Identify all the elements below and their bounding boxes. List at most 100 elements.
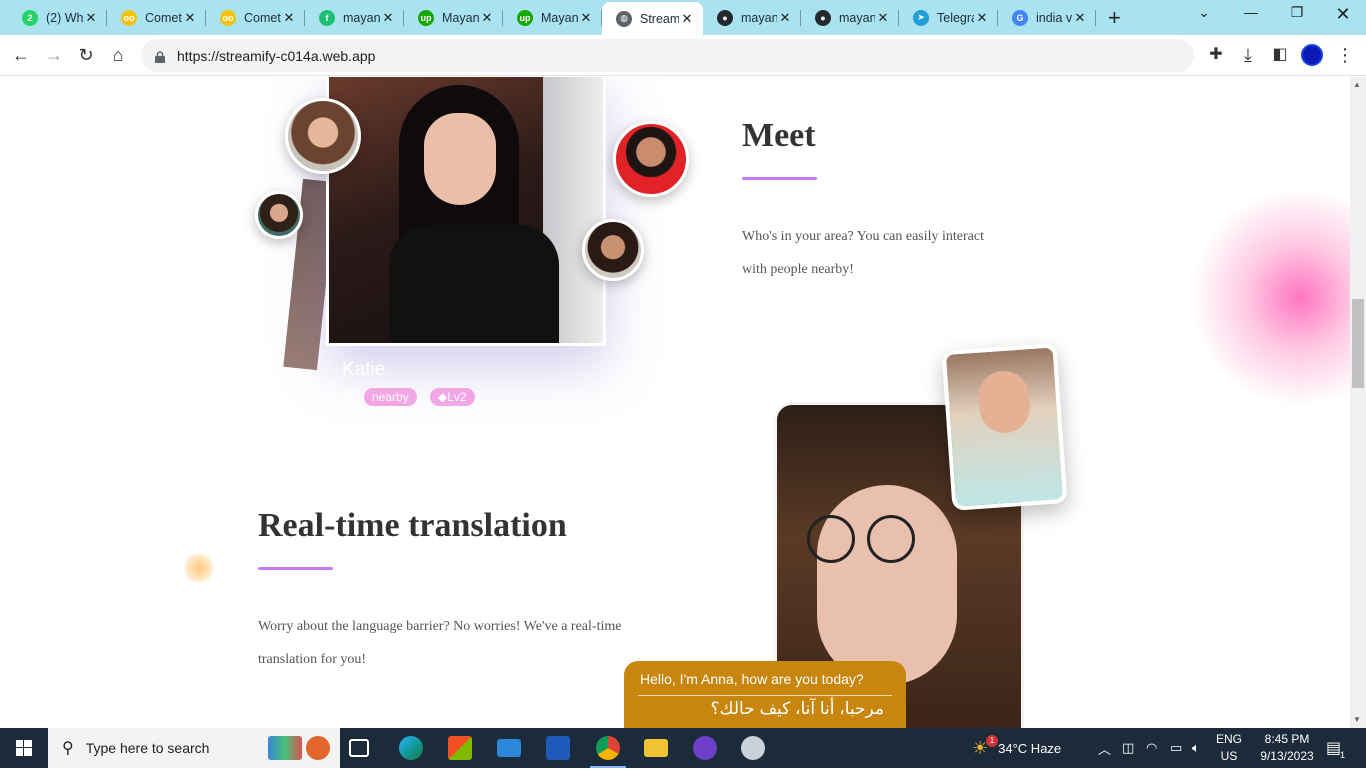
lock-icon [155,50,165,63]
profile-name: Katie [342,359,386,380]
close-tab-icon[interactable]: ✕ [479,10,495,26]
browser-tab[interactable]: f mayan ✕ [305,3,404,32]
scroll-down-arrow-icon[interactable]: ▼ [1353,715,1361,724]
basketball-icon[interactable] [306,736,330,760]
meet-underline [742,177,817,180]
browser-tab-label: mayan [343,10,380,25]
weather-widget[interactable]: ☀ 34°C Haze [972,728,1061,768]
close-tab-icon[interactable]: ✕ [679,11,695,27]
new-tab-button[interactable]: + [1108,5,1121,31]
back-button[interactable]: ← [9,43,33,67]
close-tab-icon[interactable]: ✕ [974,10,990,26]
windows-taskbar: ⚲ Type here to search ☀ 34°C Haze 1 ︿ ◫ … [0,728,1366,768]
avatar-woman-small [255,191,303,239]
browser-tab-label: mayan [741,10,777,25]
show-hidden-icons[interactable]: ︿ [1098,728,1111,768]
bubble-arabic-text: مرحبا، أنا آنا، كيف حالك؟ [710,699,884,718]
avatar-woman-glasses [285,98,361,174]
scroll-up-arrow-icon[interactable]: ▲ [1353,80,1361,89]
comet-icon: oo [121,9,137,26]
edge-icon[interactable] [399,736,423,760]
meet-now-icon[interactable]: ◫ [1122,728,1134,768]
chrome-icon[interactable] [590,736,626,768]
close-tab-icon[interactable]: ✕ [83,10,99,26]
extensions-icon[interactable]: ✚ [1204,43,1228,67]
download-icon[interactable]: ⤓ [1236,43,1260,67]
browser-tab[interactable]: ● mayan ✕ [703,3,801,32]
language-indicator[interactable]: ENG US [1216,731,1242,765]
browser-tab[interactable]: oo Comet ✕ [206,3,305,32]
reload-button[interactable]: ↻ [74,43,98,67]
browser-tab[interactable]: ◍ Stream ✕ [602,2,703,35]
browser-tab[interactable]: ● mayan ✕ [801,3,899,32]
google-icon: G [1012,9,1028,26]
browser-tab[interactable]: oo Comet ✕ [107,3,206,32]
meet-description: Who's in your area? You can easily inter… [742,220,984,286]
avatar-woman-right [582,219,644,281]
start-button[interactable] [0,728,48,768]
browser-tab-label: Stream [640,11,679,26]
close-window-button[interactable]: ✕ [1320,4,1366,25]
clock-date: 9/13/2023 [1260,749,1314,763]
battery-icon[interactable]: ▭ [1170,728,1182,768]
wifi-icon[interactable]: ◠ [1146,728,1157,768]
forward-button[interactable]: → [42,43,66,67]
meet-heading: Meet [742,117,816,154]
browser-tab[interactable]: Gindia v ✕ [998,3,1096,32]
notification-icon[interactable]: ▤ [1326,728,1341,768]
man-smiling-photo [941,343,1068,511]
close-tab-icon[interactable]: ✕ [380,10,396,26]
paint-icon[interactable] [741,736,765,760]
close-tab-icon[interactable]: ✕ [182,10,198,26]
fiverr-icon: f [319,9,335,26]
browser-tab[interactable]: up Mayan ✕ [404,3,503,32]
store-icon[interactable] [448,736,472,760]
side-panel-icon[interactable]: ◧ [1268,43,1292,67]
close-tab-icon[interactable]: ✕ [281,10,297,26]
level-badge: ◆Lv2 [430,388,475,406]
mail-icon[interactable] [497,739,521,757]
tab-search-icon[interactable]: ⌄ [1181,4,1227,21]
language-bottom: US [1220,749,1238,763]
browser-tab[interactable]: 2 (2) Wh ✕ [8,3,107,32]
translation-chat-bubble: Hello, I'm Anna, how are you today? مرحب… [624,661,906,728]
page-scrollbar[interactable] [1350,77,1366,728]
clock-time: 8:45 PM [1264,732,1310,746]
close-tab-icon[interactable]: ✕ [578,10,594,26]
task-view-icon[interactable] [349,739,369,757]
bubble-english-text: Hello, I'm Anna, how are you today? [640,671,864,687]
translation-description-line: Worry about the language barrier? No wor… [258,619,622,634]
upwork-icon: up [418,9,434,26]
close-tab-icon[interactable]: ✕ [875,10,891,26]
maximize-button[interactable]: ❐ [1274,4,1320,21]
browser-tab-label: Comet [145,10,182,25]
volume-icon[interactable]: 🔈︎ [1192,728,1200,768]
scrollbar-thumb[interactable] [1352,299,1364,388]
notification-count: 1 [1340,750,1346,760]
word-icon[interactable] [546,736,570,760]
file-explorer-icon[interactable] [644,739,668,757]
taskbar-clock[interactable]: 8:45 PM 9/13/2023 [1254,731,1320,765]
address-bar[interactable]: https://streamify-c014a.web.app [141,39,1194,72]
whatsapp-icon: 2 [22,9,38,26]
github-desktop-icon[interactable] [693,736,717,760]
translation-heading: Real-time translation [258,507,567,544]
close-tab-icon[interactable]: ✕ [1072,10,1088,26]
translation-underline [258,567,333,570]
menu-icon[interactable]: ⋮ [1333,43,1357,67]
browser-tab[interactable]: ➤ Telegra ✕ [899,3,998,32]
url-text: https://streamify-c014a.web.app [177,47,376,64]
browser-tab-label: mayan [839,10,875,25]
profile-card-image [326,77,606,346]
profile-avatar[interactable] [1301,44,1323,66]
browser-tab[interactable]: up Mayan ✕ [503,3,602,32]
meet-description-line: with people nearby! [742,262,854,277]
search-highlight-icon[interactable] [268,736,302,760]
close-tab-icon[interactable]: ✕ [777,10,793,26]
home-button[interactable]: ⌂ [106,43,130,67]
level-badge-label: Lv2 [447,390,467,404]
comet-icon: oo [220,9,236,26]
avatar-woman-red [613,121,689,197]
pink-glow-decoration [1190,187,1350,407]
minimize-button[interactable]: — [1228,4,1274,20]
